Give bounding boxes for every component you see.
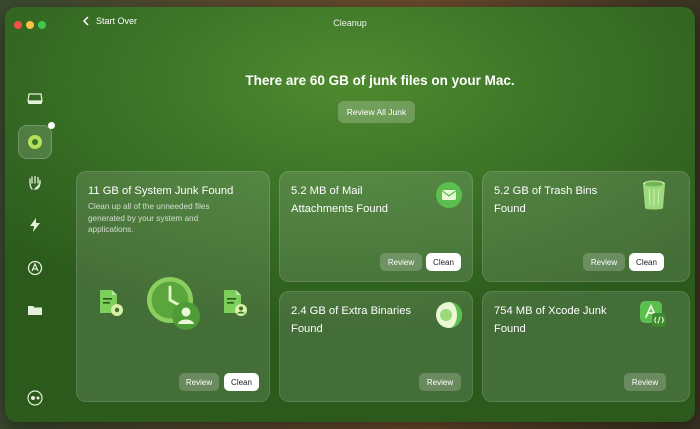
mail-icon <box>436 182 462 208</box>
mail-review-button[interactable]: Review <box>380 253 422 271</box>
document-user-icon <box>224 290 247 316</box>
page-title: There are 60 GB of junk files on your Ma… <box>245 73 515 88</box>
titlebar: Start Over Cleanup <box>5 7 695 41</box>
system-junk-review-button[interactable]: Review <box>179 373 219 391</box>
apps-icon <box>27 260 43 276</box>
xcode-review-button[interactable]: Review <box>624 373 666 391</box>
notification-dot <box>48 122 55 129</box>
card-title-line-1: 5.2 GB of Trash Bins <box>494 185 598 197</box>
card-title: 5.2 MB of Mail Attachments Found <box>291 182 388 218</box>
sidebar-item-disk[interactable] <box>20 84 50 114</box>
xcode-icon <box>640 301 666 327</box>
mail-clean-button[interactable]: Clean <box>426 253 461 271</box>
trash-review-button[interactable]: Review <box>583 253 625 271</box>
trash-bins-card: 5.2 GB of Trash Bins Found Review Clean <box>482 171 690 282</box>
card-title-line-1: 2.4 GB of Extra Binaries <box>291 305 412 317</box>
card-title-line-1: 5.2 MB of Mail <box>291 185 363 197</box>
sidebar <box>5 41 67 422</box>
hand-icon <box>29 175 41 190</box>
system-junk-clean-button[interactable]: Clean <box>224 373 259 391</box>
sidebar-item-performance[interactable] <box>20 210 50 240</box>
card-title-line-2: Found <box>494 203 526 215</box>
card-title: 754 MB of Xcode Junk Found <box>494 302 607 338</box>
xcode-junk-card: 754 MB of Xcode Junk Found Review <box>482 291 690 402</box>
card-title-line-2: Attachments Found <box>291 203 389 215</box>
sidebar-item-files[interactable] <box>20 295 50 325</box>
folder-icon <box>28 306 42 315</box>
binaries-review-button[interactable]: Review <box>419 373 461 391</box>
review-all-junk-button[interactable]: Review All Junk <box>338 101 415 123</box>
hard-drive-icon <box>27 93 43 104</box>
system-junk-card: 11 GB of System Junk Found Clean up all … <box>76 171 270 402</box>
cleanup-icon <box>28 135 42 149</box>
card-title-line-1: 754 MB of Xcode Junk <box>494 305 607 317</box>
trash-icon <box>643 180 665 210</box>
card-title-line-2: Found <box>494 323 526 335</box>
card-title-line-2: Found <box>291 323 323 335</box>
binaries-icon <box>436 302 462 328</box>
document-gear-icon <box>100 290 123 316</box>
assistant-icon <box>27 390 43 406</box>
extra-binaries-card: 2.4 GB of Extra Binaries Found Review <box>279 291 473 402</box>
card-description: Clean up all of the unneeded files gener… <box>88 202 210 234</box>
sidebar-item-assistant[interactable] <box>20 383 50 413</box>
trash-clean-button[interactable]: Clean <box>629 253 664 271</box>
card-title: 2.4 GB of Extra Binaries Found <box>291 302 411 338</box>
card-title: 5.2 GB of Trash Bins Found <box>494 182 597 218</box>
app-window: Start Over Cleanup There are 60 GB of ju… <box>5 7 695 422</box>
clock-user-icon <box>147 277 200 330</box>
mail-attachments-card: 5.2 MB of Mail Attachments Found Review … <box>279 171 473 282</box>
lightning-icon <box>30 218 40 232</box>
sidebar-item-applications[interactable] <box>20 253 50 283</box>
sidebar-item-protection[interactable] <box>20 168 50 198</box>
window-title: Cleanup <box>333 18 367 28</box>
card-title: 11 GB of System Junk Found <box>88 185 234 197</box>
sidebar-item-cleanup[interactable] <box>18 122 55 159</box>
